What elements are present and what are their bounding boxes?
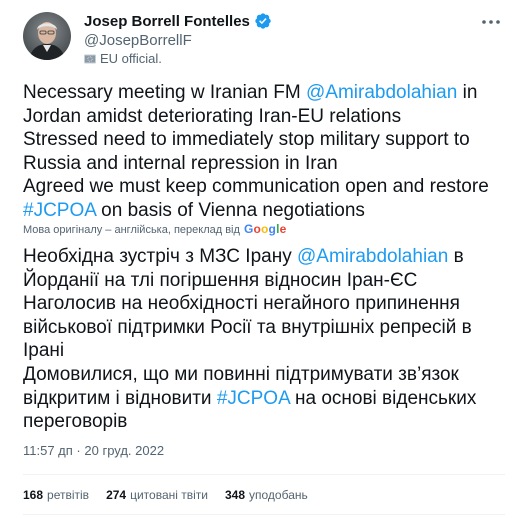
divider	[23, 474, 505, 475]
tweet-text-segment: в	[448, 246, 464, 267]
tweet-translated-text: Необхідна зустріч з МЗС Ірану @Amirabdol…	[23, 245, 513, 434]
tweet-text-segment: Необхідна зустріч з МЗС Ірану	[23, 246, 297, 267]
tweet-text-segment: на основі віденських	[289, 387, 477, 409]
tweet-line: Russia and internal repression in Iran	[23, 152, 513, 176]
quotes-stat[interactable]: 274 цитовані твіти	[106, 488, 208, 502]
tweet-line: переговорів	[23, 410, 513, 434]
tweet-line: Necessary meeting w Iranian FM @Amirabdo…	[23, 81, 513, 105]
tweet-original-text: Necessary meeting w Iranian FM @Amirabdo…	[23, 81, 513, 223]
timestamp-separator: ·	[72, 443, 85, 458]
author-handle[interactable]: @JosepBorrellF	[84, 32, 192, 49]
tweet-text-segment: Necessary meeting w Iranian FM	[23, 82, 306, 103]
likes-stat[interactable]: 348 уподобань	[225, 488, 308, 502]
hashtag-link[interactable]: #JCPOA	[23, 200, 96, 221]
more-options-button[interactable]	[479, 12, 503, 32]
tweet-line: Agreed we must keep communication open a…	[23, 175, 513, 199]
likes-count: 348	[224, 488, 246, 502]
tweet-text-segment: Ірані	[23, 340, 65, 362]
tweet-line: відкритим і відновити #JCPOA на основі в…	[23, 387, 513, 411]
tweet-line: Ірані	[23, 339, 513, 363]
hashtag-link[interactable]: #JCPOA	[217, 388, 290, 409]
translation-note-text: Мова оригіналу – англійська, переклад ві…	[23, 224, 240, 236]
tweet-text-segment: військової підтримки Росії та внутрішніх…	[23, 316, 472, 338]
retweets-count: 168	[23, 488, 44, 502]
tweet-line: Необхідна зустріч з МЗС Ірану @Amirabdol…	[23, 245, 513, 269]
tweet-text-segment: Stressed need to immediately stop milita…	[23, 129, 470, 151]
tweet-line: Домовилися, що ми повинні підтримувати з…	[23, 363, 513, 387]
tweet-line: військової підтримки Росії та внутрішніх…	[23, 316, 513, 340]
tweet-text-segment: Йорданії на тлі погіршення відносин Іран…	[23, 269, 418, 291]
quotes-label: цитовані твіти	[130, 488, 208, 502]
tweet-line: Jordan amidst deteriorating Iran-EU rela…	[23, 105, 513, 129]
tweet-text-segment: Russia and internal repression in Iran	[23, 152, 338, 174]
quotes-count: 274	[106, 488, 127, 502]
tweet-text-segment: Наголосив на необхідності негайного прип…	[23, 293, 460, 315]
affiliation-label: EU official.	[84, 51, 162, 66]
tweet-timestamp: 11:57 дп · 20 груд. 2022	[23, 443, 164, 458]
affiliation-text: EU official.	[100, 51, 162, 66]
author-name-row: Josep Borrell Fontelles	[84, 12, 272, 30]
author-display-name[interactable]: Josep Borrell Fontelles	[84, 13, 250, 30]
translation-note: Мова оригіналу – англійська, переклад ві…	[23, 222, 287, 236]
avatar-photo	[23, 12, 71, 60]
tweet-date[interactable]: 20 груд. 2022	[84, 443, 164, 458]
retweets-stat[interactable]: 168 ретвітів	[23, 488, 89, 502]
tweet-time[interactable]: 11:57 дп	[23, 443, 73, 458]
tweet-stats: 168 ретвітів 274 цитовані твіти 348 уподоба…	[23, 488, 308, 502]
tweet-text-segment: Jordan amidst deteriorating Iran-EU rela…	[23, 105, 402, 127]
likes-label: уподобань	[249, 488, 308, 502]
google-translate-link[interactable]: Google	[244, 222, 287, 236]
retweets-label: ретвітів	[47, 488, 90, 502]
more-dots-icon	[482, 20, 500, 24]
tweet-line: Йорданії на тлі погіршення відносин Іран…	[23, 269, 513, 293]
avatar[interactable]	[23, 12, 71, 60]
tweet-line: Stressed need to immediately stop milita…	[23, 128, 513, 152]
eu-flag-icon	[84, 53, 96, 65]
mention-link[interactable]: @Amirabdolahian	[297, 246, 448, 267]
tweet-line: Наголосив на необхідності негайного прип…	[23, 292, 513, 316]
verified-badge-icon	[254, 12, 272, 30]
tweet-text-segment: on basis of Vienna negotiations	[95, 199, 365, 221]
tweet-text-segment: Домовилися, що ми повинні підтримувати з…	[23, 363, 459, 385]
tweet-text-segment: переговорів	[23, 411, 128, 433]
divider	[23, 514, 505, 515]
tweet-text-segment: in	[457, 82, 478, 103]
mention-link[interactable]: @Amirabdolahian	[306, 82, 457, 103]
tweet-text-segment: відкритим і відновити	[23, 387, 217, 409]
tweet-line: #JCPOA on basis of Vienna negotiations	[23, 199, 513, 223]
tweet-text-segment: Agreed we must keep communication open a…	[23, 176, 489, 198]
